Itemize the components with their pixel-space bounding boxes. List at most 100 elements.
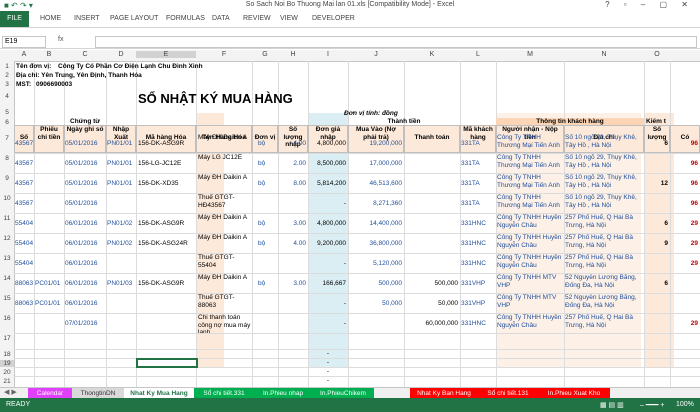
cell-dvt[interactable] — [258, 254, 278, 273]
row-header[interactable]: 8 — [0, 155, 14, 162]
cell-phieu-chi[interactable] — [35, 134, 64, 153]
cell-ngay[interactable]: 06/01/2016 — [65, 254, 106, 273]
tab-developer[interactable]: DEVELOPER — [312, 15, 355, 22]
cell-so-luong[interactable]: 8.00 — [278, 174, 306, 193]
row-header[interactable]: 3 — [0, 81, 14, 88]
cell-ngay[interactable]: 06/01/2016 — [65, 274, 106, 293]
cell-dia-chi[interactable]: 257 Phố Huế, Q Hai Bà Trưng, Hà Nội — [565, 254, 644, 273]
cell-dvt[interactable]: bộ — [258, 134, 278, 153]
cell-phieu-chi[interactable] — [35, 314, 64, 333]
cell-don-gia[interactable]: 4,800,000 — [308, 134, 346, 153]
col-header[interactable]: N — [564, 51, 644, 58]
formula-input[interactable] — [95, 36, 697, 48]
cell-ten-hang[interactable]: Chi thanh toán công nợ mua máy lạnh — [198, 314, 252, 333]
row-header[interactable]: 19 — [0, 360, 14, 367]
cell-nhap-xuat[interactable] — [107, 194, 136, 213]
tab-insert[interactable]: INSERT — [74, 15, 100, 22]
cell-so[interactable]: 43567 — [15, 154, 34, 173]
cell-ma-kh[interactable]: 331TA — [461, 134, 496, 153]
cell-ngay[interactable]: 05/01/2016 — [65, 134, 106, 153]
cell-so[interactable]: 43567 — [15, 134, 34, 153]
cell-don-gia[interactable]: 8,500,000 — [308, 154, 346, 173]
row-header[interactable]: 6 — [0, 119, 14, 126]
cell-dia-chi[interactable]: 257 Phố Huế, Q Hai Bà Trưng, Hà Nội — [565, 214, 644, 233]
cell-ten-hang[interactable]: Máy LG JC12E — [198, 154, 252, 173]
cell-so-luong[interactable]: 3.00 — [278, 214, 306, 233]
cell-ma-kh[interactable]: 331HNC — [461, 314, 496, 333]
cell-so-luong-2[interactable]: 6 — [644, 134, 668, 153]
cell-don-gia[interactable]: 9,200,000 — [308, 234, 346, 253]
fx-icon[interactable]: fx — [58, 36, 63, 43]
cell-so-luong[interactable]: 3.00 — [278, 274, 306, 293]
cell-nhap-xuat[interactable]: PN01/02 — [107, 214, 136, 233]
cell-so-luong[interactable] — [278, 254, 306, 273]
cell-ten-hang[interactable]: Máy ĐH Daikin A — [198, 214, 252, 233]
tab-formulas[interactable]: FORMULAS — [166, 15, 205, 22]
row-header[interactable]: 2 — [0, 72, 14, 79]
cell-mua-vao[interactable]: 5,120,000 — [348, 254, 402, 273]
cell-so-luong[interactable] — [278, 294, 306, 313]
cell-ma-hang[interactable]: 156-DK-ASG9R — [138, 134, 196, 153]
col-header[interactable]: F — [196, 51, 252, 58]
cell-ma-kh[interactable]: 331HNC — [461, 254, 496, 273]
cell-dvt[interactable] — [258, 314, 278, 333]
cell-co[interactable]: 29 — [670, 254, 698, 273]
cell-nguoi-nhan[interactable]: Công Ty TNHH Huyền Nguyễn Châu — [497, 314, 564, 333]
cell-dia-chi[interactable]: 257 Phố Huế, Q Hai Bà Trưng, Hà Nội — [565, 314, 644, 333]
tab-page-layout[interactable]: PAGE LAYOUT — [110, 15, 158, 22]
cell-ngay[interactable]: 05/01/2016 — [65, 194, 106, 213]
cell-nhap-xuat[interactable]: PN01/01 — [107, 134, 136, 153]
cell-nguoi-nhan[interactable]: Công Ty TNHH Huyền Nguyễn Châu — [497, 234, 564, 253]
col-header[interactable]: D — [106, 51, 136, 58]
cell-so-luong-2[interactable]: 9 — [644, 234, 668, 253]
cell-co[interactable] — [670, 294, 698, 313]
cell-ma-hang[interactable] — [138, 314, 196, 333]
cell-ma-kh[interactable]: 331VHP — [461, 294, 496, 313]
cell-thanh-toan[interactable] — [404, 254, 458, 273]
col-header[interactable]: K — [404, 51, 460, 58]
cell-don-gia[interactable]: - — [308, 254, 346, 273]
cell-dvt[interactable]: bộ — [258, 214, 278, 233]
row-header[interactable]: 15 — [0, 295, 14, 302]
cell-so-luong-2[interactable] — [644, 154, 668, 173]
row-header[interactable]: 12 — [0, 235, 14, 242]
tab-review[interactable]: REVIEW — [243, 15, 271, 22]
col-header[interactable]: L — [460, 51, 496, 58]
row-header[interactable]: 9 — [0, 175, 14, 182]
cell-mua-vao[interactable]: 46,513,600 — [348, 174, 402, 193]
cell-don-gia[interactable]: - — [308, 294, 346, 313]
cell-don-gia[interactable]: 4,800,000 — [308, 214, 346, 233]
cell-so-luong-2[interactable]: 12 — [644, 174, 668, 193]
cell-so-luong-2[interactable]: 6 — [644, 214, 668, 233]
cell-nguoi-nhan[interactable]: Công Ty TNHH Huyền Nguyễn Châu — [497, 214, 564, 233]
cell-co[interactable]: 29 — [670, 214, 698, 233]
selected-cell[interactable] — [136, 358, 198, 368]
cell-don-gia[interactable]: 5,814,200 — [308, 174, 346, 193]
cell-ten-hang[interactable]: Thuế GTGT-88063 — [198, 294, 252, 313]
cell-nguoi-nhan[interactable]: Công Ty TNHH Huyền Nguyễn Châu — [497, 254, 564, 273]
cell-ma-hang[interactable]: 156-LG-JC12E — [138, 154, 196, 173]
cell-thanh-toan[interactable] — [404, 134, 458, 153]
cell-thanh-toan[interactable] — [404, 194, 458, 213]
cell-mua-vao[interactable]: 19,200,000 — [348, 134, 402, 153]
cell-so-luong-2[interactable]: 6 — [644, 274, 668, 293]
cell-phieu-chi[interactable]: PC01/01 — [35, 274, 64, 293]
cell-co[interactable]: 96 — [670, 174, 698, 193]
cell-phieu-chi[interactable] — [35, 154, 64, 173]
cell-co[interactable] — [670, 274, 698, 293]
cell-co[interactable]: 29 — [670, 314, 698, 333]
cell-thanh-toan[interactable]: 500,000 — [404, 274, 459, 293]
cell-dia-chi[interactable]: 52 Nguyễn Lương Bằng, Đống Đa, Hà Nội — [565, 294, 644, 313]
cell-ngay[interactable]: 06/01/2016 — [65, 214, 106, 233]
cell-so[interactable]: 88063 — [15, 274, 34, 293]
cell-dvt[interactable]: bộ — [258, 234, 278, 253]
col-header[interactable]: E — [136, 51, 196, 58]
cell-nguoi-nhan[interactable]: Công Ty TNHH MTV VHP — [497, 294, 564, 313]
row-header[interactable]: 16 — [0, 315, 14, 322]
cell-mua-vao[interactable]: 500,000 — [348, 274, 403, 293]
cell-nhap-xuat[interactable] — [107, 294, 136, 313]
row-header[interactable]: 21 — [0, 378, 14, 385]
file-tab[interactable]: FILE — [0, 11, 29, 27]
cell-thanh-toan[interactable] — [404, 234, 458, 253]
col-header[interactable]: I — [308, 51, 348, 58]
